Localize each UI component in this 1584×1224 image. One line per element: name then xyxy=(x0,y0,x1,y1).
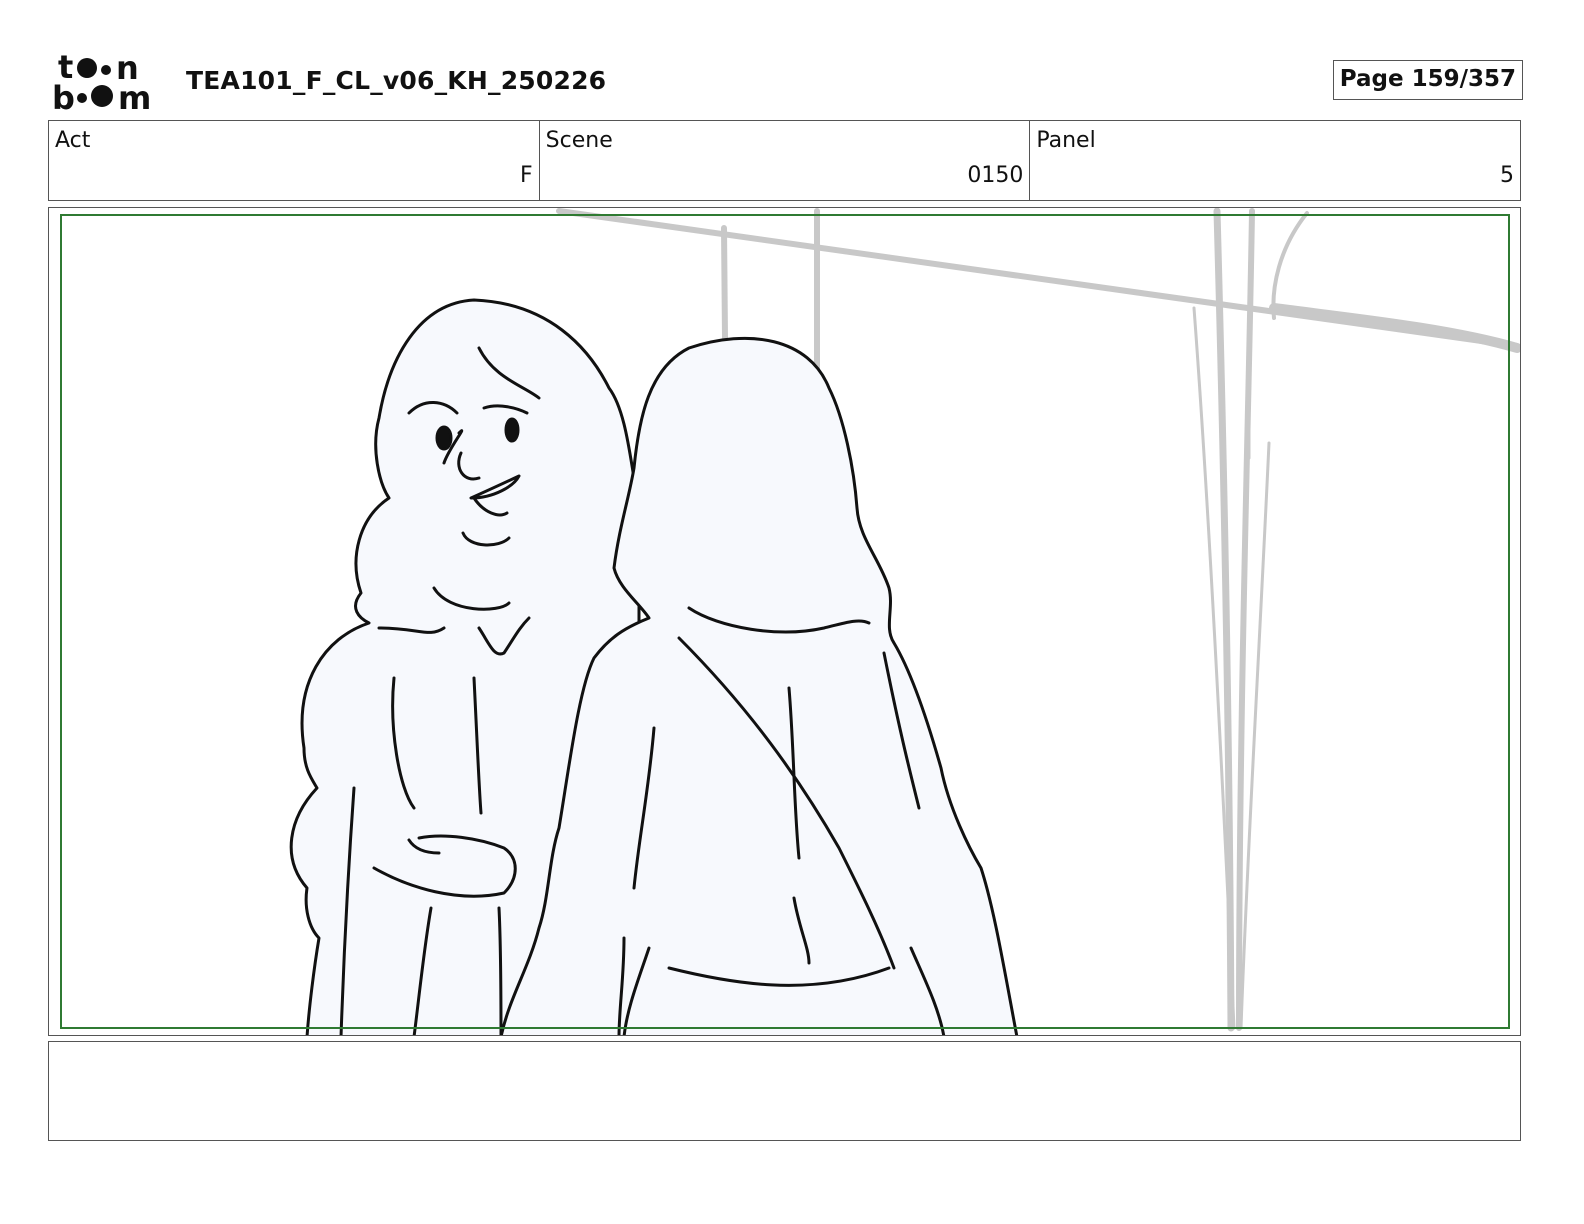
panel-label: Panel xyxy=(1036,128,1096,153)
act-cell: Act F xyxy=(49,121,540,200)
info-row: Act F Scene 0150 Panel 5 xyxy=(48,120,1521,201)
panel-sketch xyxy=(289,208,1520,1035)
scene-label: Scene xyxy=(545,128,613,153)
notes-area[interactable] xyxy=(48,1041,1521,1141)
svg-text:m: m xyxy=(118,79,151,114)
scene-value: 0150 xyxy=(967,163,1024,188)
page-indicator: Page 159/357 xyxy=(1332,60,1523,100)
svg-text:b: b xyxy=(52,79,75,114)
document-title: TEA101_F_CL_v06_KH_250226 xyxy=(186,66,607,95)
panel-value: 5 xyxy=(1500,163,1515,188)
act-value: F xyxy=(520,163,533,188)
toon-boom-logo: t n b m xyxy=(52,50,151,114)
scene-cell: Scene 0150 xyxy=(540,121,1031,200)
panel-cell: Panel 5 xyxy=(1030,121,1520,200)
storyboard-panel xyxy=(48,207,1521,1036)
act-label: Act xyxy=(55,128,91,153)
